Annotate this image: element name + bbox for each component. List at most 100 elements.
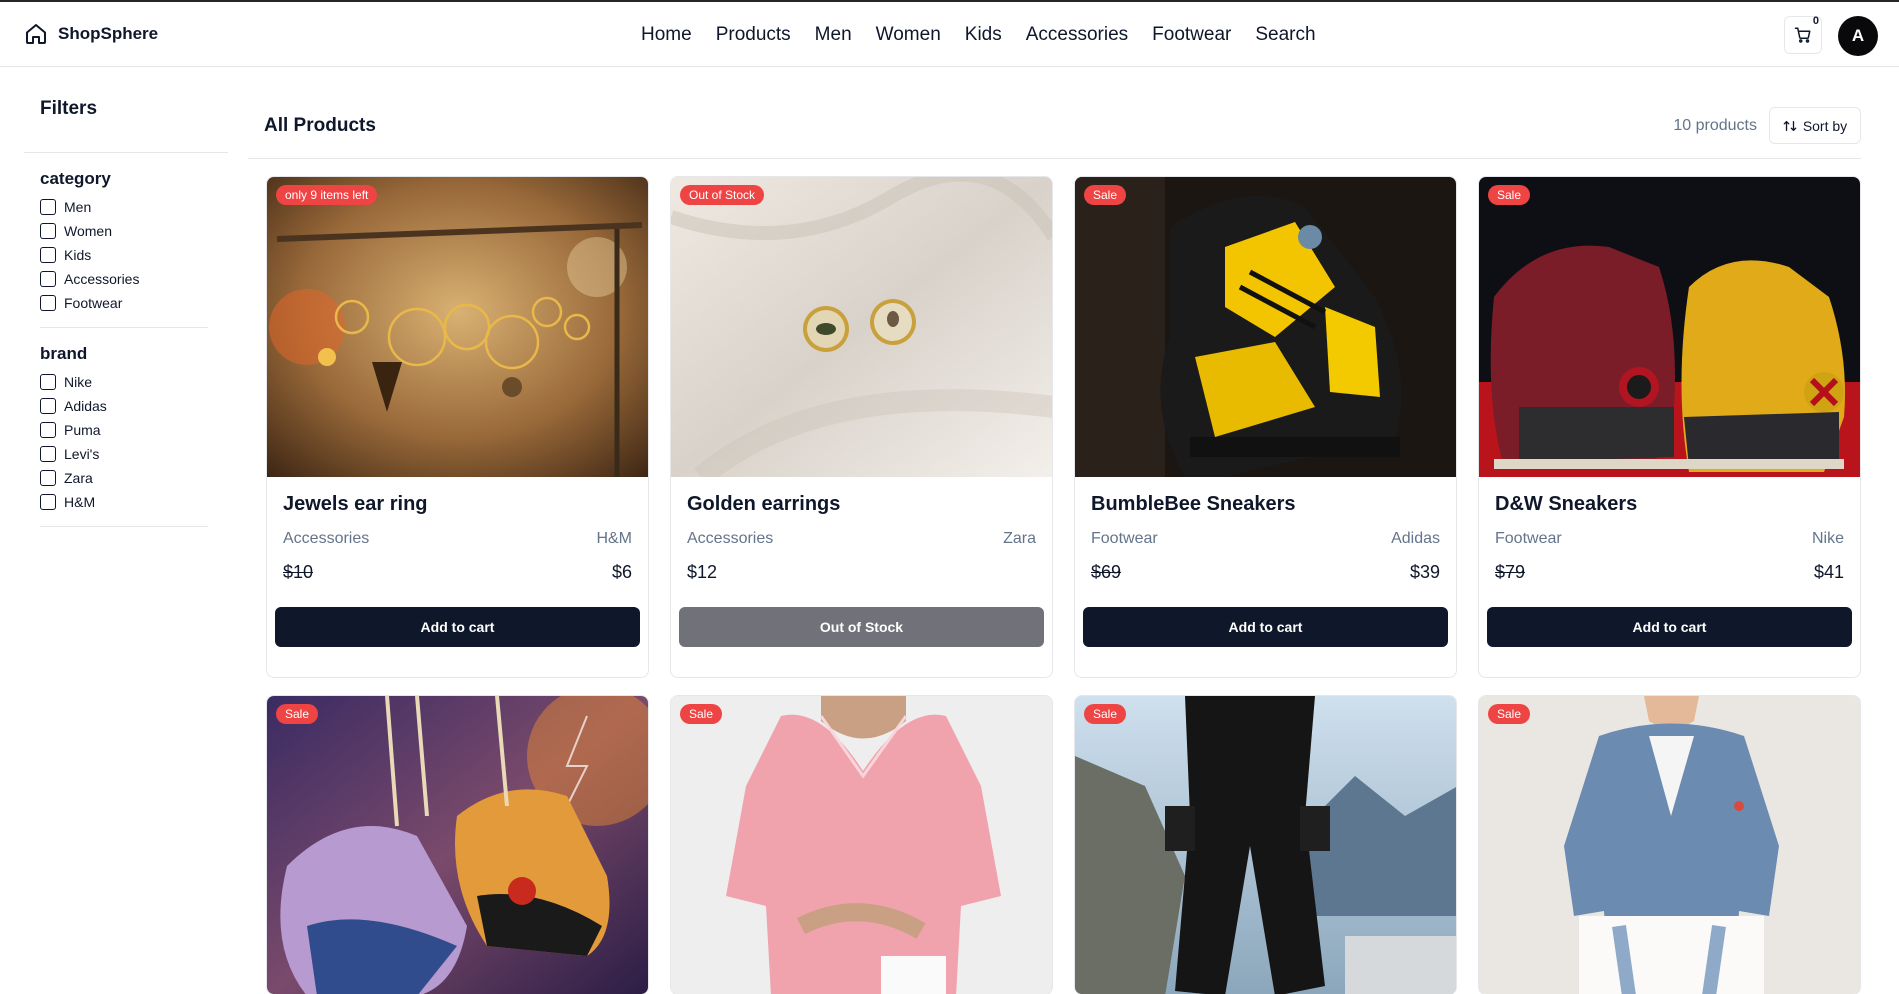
filter-option-accessories[interactable]: Accessories	[40, 267, 208, 291]
sale-badge: Sale	[1084, 704, 1127, 724]
checkbox[interactable]	[40, 470, 56, 486]
product-category: Accessories	[283, 530, 370, 547]
divider	[40, 526, 208, 527]
nav-kids[interactable]: Kids	[965, 24, 1002, 46]
product-card[interactable]: Sale BumbleBee Sneakers Footwear Adidas $…	[1074, 176, 1457, 678]
nav-products[interactable]: Products	[716, 24, 791, 46]
sale-badge: Sale	[1488, 185, 1531, 205]
product-brand: Zara	[1003, 530, 1036, 547]
nav-accessories[interactable]: Accessories	[1026, 24, 1128, 46]
product-image-golden-earrings[interactable]: Out of Stock	[671, 177, 1052, 477]
stock-badge: Out of Stock	[680, 185, 765, 205]
product-image-bumblebee-sneakers[interactable]: Sale	[1075, 177, 1456, 477]
add-to-cart-button[interactable]: Add to cart	[1083, 607, 1448, 647]
sale-badge: Sale	[1488, 704, 1531, 724]
sort-label: Sort by	[1802, 117, 1848, 134]
nav-search[interactable]: Search	[1255, 24, 1315, 46]
product-brand: H&M	[596, 530, 632, 547]
product-name[interactable]: BumbleBee Sneakers	[1091, 493, 1440, 516]
user-avatar[interactable]: A	[1838, 16, 1878, 56]
brand-name: ShopSphere	[58, 24, 159, 43]
filter-option-label: Men	[64, 199, 92, 215]
nav-footwear[interactable]: Footwear	[1152, 24, 1231, 46]
filter-option-label: Zara	[64, 470, 93, 486]
checkbox[interactable]	[40, 494, 56, 510]
filter-option-women[interactable]: Women	[40, 219, 208, 243]
filter-option-kids[interactable]: Kids	[40, 243, 208, 267]
add-to-cart-button[interactable]: Add to cart	[1487, 607, 1852, 647]
filter-option-nike[interactable]: Nike	[40, 370, 208, 394]
checkbox[interactable]	[40, 295, 56, 311]
product-card[interactable]: Sale	[1478, 695, 1861, 994]
filter-option-label: Kids	[64, 247, 92, 263]
product-category: Footwear	[1495, 530, 1562, 547]
checkbox[interactable]	[40, 199, 56, 215]
product-image-denim-jacket[interactable]: Sale	[1479, 696, 1860, 994]
filter-option-hm[interactable]: H&M	[40, 490, 208, 514]
product-name[interactable]: Golden earrings	[687, 493, 1036, 516]
original-price: $10	[283, 562, 314, 582]
product-image-dw-sneakers[interactable]: Sale	[1479, 177, 1860, 477]
product-brand: Nike	[1811, 530, 1844, 547]
sort-button[interactable]: Sort by	[1769, 107, 1861, 144]
product-card[interactable]: Sale	[266, 695, 649, 994]
checkbox[interactable]	[40, 271, 56, 287]
sale-badge: Sale	[680, 704, 723, 724]
filter-group-title: category	[40, 169, 111, 188]
filter-option-zara[interactable]: Zara	[40, 466, 208, 490]
nav-men[interactable]: Men	[815, 24, 852, 46]
product-name[interactable]: D&W Sneakers	[1495, 493, 1844, 516]
product-image-earrings-stand[interactable]: only 9 items left	[267, 177, 648, 477]
add-to-cart-button[interactable]: Add to cart	[275, 607, 640, 647]
product-card[interactable]: Sale D&W Sneakers Footwear Nike $79 $41 Ad…	[1478, 176, 1861, 678]
sale-badge: Sale	[276, 704, 319, 724]
filter-option-levis[interactable]: Levi's	[40, 442, 208, 466]
product-card[interactable]: Sale	[670, 695, 1053, 994]
nav-home[interactable]: Home	[641, 24, 692, 46]
top-header: ShopSphere Home Products Men Women Kids …	[0, 0, 1899, 67]
filter-option-footwear[interactable]: Footwear	[40, 291, 208, 315]
stock-badge: only 9 items left	[276, 185, 378, 205]
checkbox[interactable]	[40, 422, 56, 438]
filter-option-label: Puma	[64, 422, 101, 438]
product-image-pink-kurta[interactable]: Sale	[671, 696, 1052, 994]
filter-option-label: Levi's	[64, 446, 100, 462]
checkbox[interactable]	[40, 398, 56, 414]
product-brand: Adidas	[1391, 530, 1440, 547]
original-price: $69	[1091, 562, 1122, 582]
product-card[interactable]: only 9 items left Jewels ear ring Access…	[266, 176, 649, 678]
filter-group-brand: brand Nike Adidas Puma Levi's Zara H&M	[24, 328, 224, 526]
filter-option-label: Adidas	[64, 398, 107, 414]
price: $12	[687, 562, 718, 582]
brand-logo-link[interactable]: ShopSphere	[24, 22, 158, 46]
product-name[interactable]: Jewels ear ring	[283, 493, 632, 516]
filter-option-puma[interactable]: Puma	[40, 418, 208, 442]
product-image-cargo-pants[interactable]: Sale	[1075, 696, 1456, 994]
sale-price: $39	[1409, 562, 1440, 582]
nav-women[interactable]: Women	[876, 24, 941, 46]
filter-group-category: category Men Women Kids Accessories Foot…	[24, 153, 224, 327]
filter-option-label: H&M	[64, 494, 96, 510]
filters-sidebar: Filters category Men Women Kids Accessor…	[24, 95, 228, 527]
product-grid: only 9 items left Jewels ear ring Access…	[266, 176, 1861, 994]
checkbox[interactable]	[40, 446, 56, 462]
sale-price: $41	[1813, 562, 1844, 582]
cart-count-badge: 0	[1812, 15, 1819, 27]
filter-option-label: Accessories	[64, 271, 140, 287]
product-image-anime-sneakers[interactable]: Sale	[267, 696, 648, 994]
sort-arrows-icon	[1783, 120, 1797, 131]
filter-option-adidas[interactable]: Adidas	[40, 394, 208, 418]
filter-option-men[interactable]: Men	[40, 195, 208, 219]
checkbox[interactable]	[40, 374, 56, 390]
checkbox[interactable]	[40, 223, 56, 239]
checkbox[interactable]	[40, 247, 56, 263]
product-category: Footwear	[1091, 530, 1158, 547]
product-listing: All Products 10 products Sort by only 9 …	[248, 95, 1861, 994]
filter-group-title: brand	[40, 344, 88, 363]
home-icon	[26, 24, 46, 44]
out-of-stock-button[interactable]: Out of Stock	[679, 607, 1044, 647]
filter-option-label: Nike	[64, 374, 93, 390]
product-card[interactable]: Out of Stock Golden earrings Accessories…	[670, 176, 1053, 678]
cart-button[interactable]: 0	[1784, 15, 1822, 54]
product-card[interactable]: Sale	[1074, 695, 1457, 994]
